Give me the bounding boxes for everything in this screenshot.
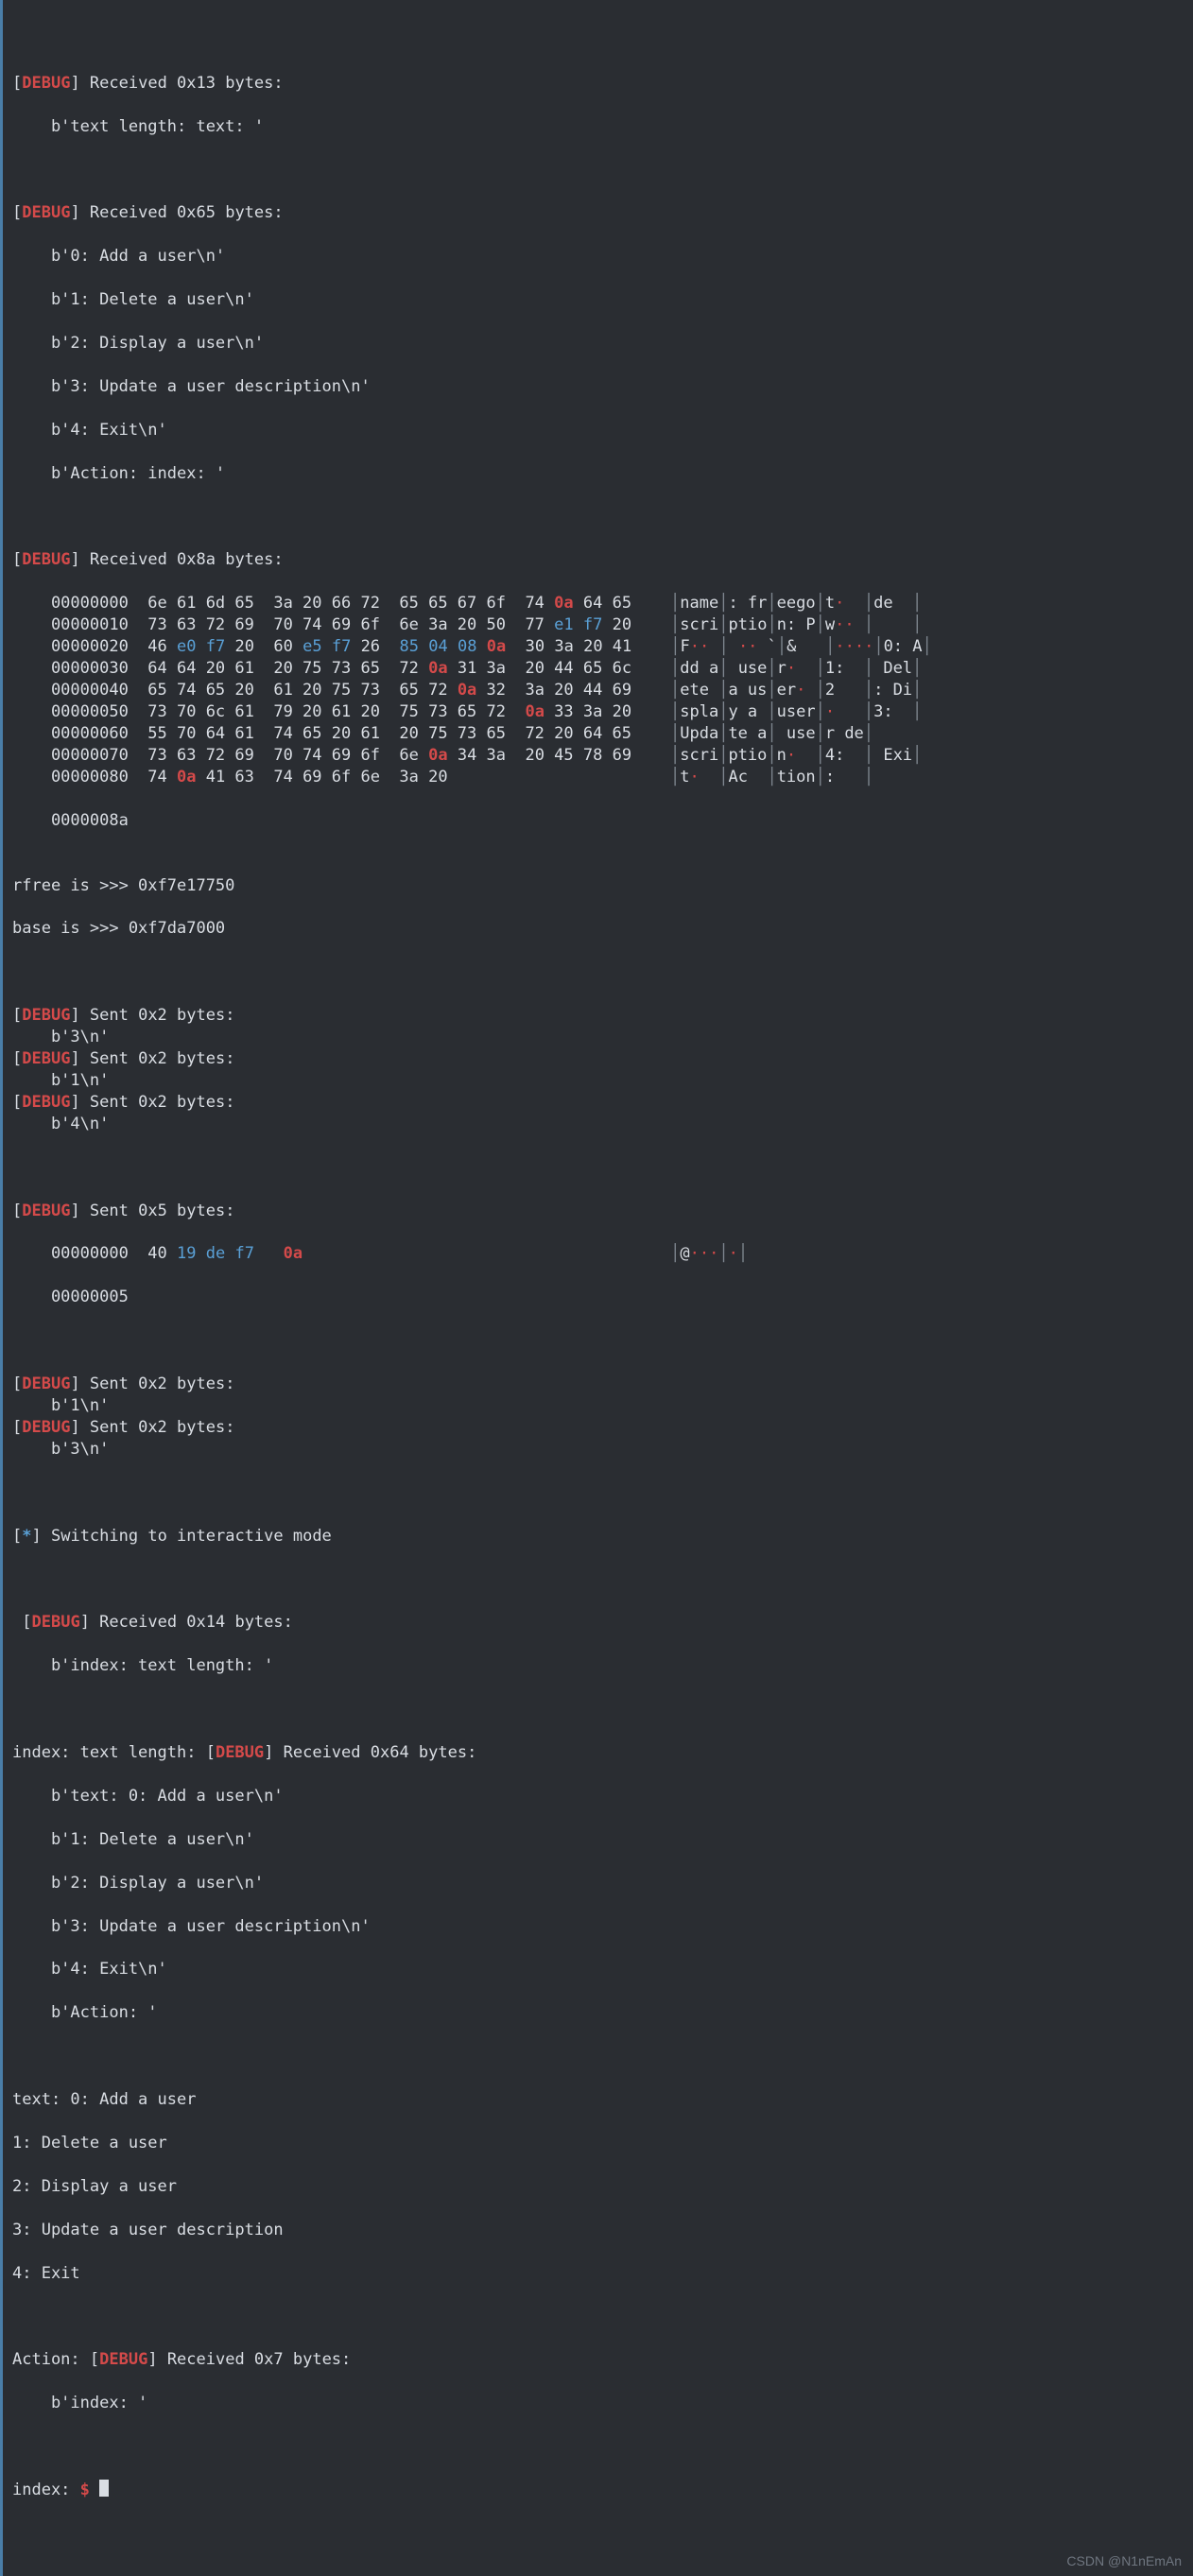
debug-log-body: b'0: Add a user\n' [12,246,1184,268]
hexdump-row: 00000000 40 19 de f7 0a │@···│·│ [12,1243,1184,1265]
debug-log-line: Action: [DEBUG] Received 0x7 bytes: [12,2349,1184,2371]
hexdump-tail: 00000005 [12,1287,1184,1308]
debug-log-body: b'index: ' [12,2393,1184,2414]
debug-log-body: b'1\n' [12,1395,1184,1417]
hexdump-row: 00000050 73 70 6c 61 79 20 61 20 75 73 6… [12,701,1184,723]
debug-log-body: b'1: Delete a user\n' [12,1829,1184,1851]
program-output: 3: Update a user description [12,2220,1184,2241]
debug-log-body: b'1: Delete a user\n' [12,289,1184,311]
debug-log-body: b'3\n' [12,1439,1184,1461]
cursor-icon [99,2480,109,2497]
debug-log-body: b'Action: ' [12,2002,1184,2024]
hexdump-row: 00000060 55 70 64 61 74 65 20 61 20 75 7… [12,723,1184,745]
program-output: 2: Display a user [12,2176,1184,2198]
program-output: 4: Exit [12,2263,1184,2285]
debug-log-body: b'2: Display a user\n' [12,1873,1184,1894]
debug-log-body: b'Action: index: ' [12,463,1184,485]
debug-log-body: b'text length: text: ' [12,116,1184,138]
debug-log-line: [DEBUG] Sent 0x2 bytes: [12,1005,1184,1027]
debug-log-body: b'4\n' [12,1114,1184,1135]
hexdump-row: 00000080 74 0a 41 63 74 69 6f 6e 3a 20 │… [12,767,1184,788]
debug-log-body: b'index: text length: ' [12,1655,1184,1677]
terminal-output: [DEBUG] Received 0x13 bytes: b'text leng… [0,0,1193,2576]
program-output: 1: Delete a user [12,2133,1184,2154]
debug-log-body: b'text: 0: Add a user\n' [12,1786,1184,1807]
hexdump-row: 00000070 73 63 72 69 70 74 69 6f 6e 0a 3… [12,745,1184,767]
script-output: base is >>> 0xf7da7000 [12,918,1184,940]
debug-log-line: [DEBUG] Sent 0x2 bytes: [12,1092,1184,1114]
hexdump-row: 00000000 6e 61 6d 65 3a 20 66 72 65 65 6… [12,593,1184,614]
debug-log-line: [DEBUG] Sent 0x5 bytes: [12,1201,1184,1222]
hexdump-tail: 0000008a [12,810,1184,832]
debug-log-line: [DEBUG] Received 0x8a bytes: [12,549,1184,571]
debug-log-line: [DEBUG] Received 0x14 bytes: [12,1612,1184,1634]
debug-log-line: [DEBUG] Sent 0x2 bytes: [12,1417,1184,1439]
debug-log-body: b'2: Display a user\n' [12,333,1184,354]
info-log-line: [*] Switching to interactive mode [12,1526,1184,1547]
watermark: CSDN @N1nEmAn [1066,2552,1182,2570]
script-output: rfree is >>> 0xf7e17750 [12,875,1184,897]
debug-log-body: b'4: Exit\n' [12,420,1184,441]
debug-log-body: b'3\n' [12,1027,1184,1048]
debug-log-body: b'3: Update a user description\n' [12,376,1184,398]
hexdump-block: 00000000 6e 61 6d 65 3a 20 66 72 65 65 6… [12,593,1184,787]
hexdump-row: 00000010 73 63 72 69 70 74 69 6f 6e 3a 2… [12,614,1184,636]
debug-log-line: [DEBUG] Sent 0x2 bytes: [12,1374,1184,1395]
debug-log-body: b'3: Update a user description\n' [12,1916,1184,1938]
sent-block: [DEBUG] Sent 0x2 bytes: b'1\n'[DEBUG] Se… [12,1374,1184,1461]
hexdump-row: 00000040 65 74 65 20 61 20 75 73 65 72 0… [12,680,1184,701]
debug-log-line: [DEBUG] Received 0x65 bytes: [12,202,1184,224]
debug-log-body: b'1\n' [12,1070,1184,1092]
hexdump-row: 00000030 64 64 20 61 20 75 73 65 72 0a 3… [12,658,1184,680]
debug-log-body: b'4: Exit\n' [12,1959,1184,1980]
debug-log-line: [DEBUG] Received 0x13 bytes: [12,73,1184,95]
program-output: text: 0: Add a user [12,2089,1184,2111]
debug-log-line: [DEBUG] Sent 0x2 bytes: [12,1048,1184,1070]
debug-log-line: index: text length: [DEBUG] Received 0x6… [12,1742,1184,1764]
hexdump-row: 00000020 46 e0 f7 20 60 e5 f7 26 85 04 0… [12,636,1184,658]
shell-prompt[interactable]: index: $ [12,2480,1184,2501]
sent-block: [DEBUG] Sent 0x2 bytes: b'3\n'[DEBUG] Se… [12,1005,1184,1135]
